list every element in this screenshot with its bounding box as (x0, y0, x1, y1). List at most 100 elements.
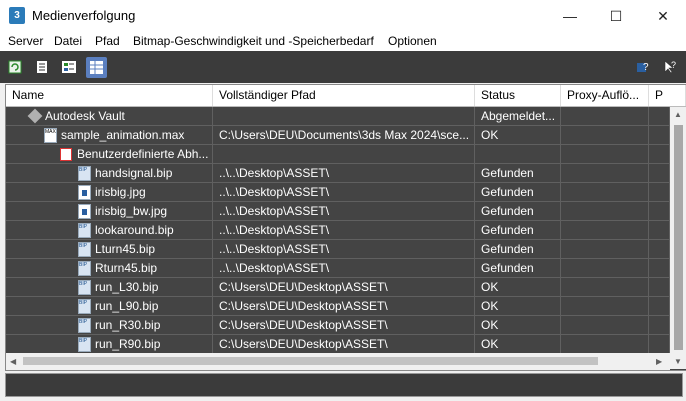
list-view-button[interactable] (33, 58, 51, 76)
horizontal-scrollbar[interactable]: ◀ ▶ (6, 353, 670, 370)
vertical-scroll-thumb[interactable] (674, 125, 683, 350)
table-row[interactable]: lookaround.bip ..\..\Desktop\ASSET\Gefund… (6, 221, 670, 240)
table-row[interactable]: irisbig.jpg ..\..\Desktop\ASSET\ Gefunden (6, 183, 670, 202)
cell-p (649, 240, 670, 259)
cell-name: irisbig_bw.jpg (6, 202, 213, 221)
table-row[interactable]: Benutzerdefinierte Abh... (6, 145, 670, 164)
menu-bitmap-speicher[interactable]: Bitmap-Geschwindigkeit und -Speicherbeda… (133, 34, 374, 48)
table-row[interactable]: run_L90.bip C:\Users\DEU\Desktop\ASSET\OK (6, 297, 670, 316)
cell-proxy (561, 278, 649, 297)
table-row[interactable]: sample_animation.max C:\Users\DEU\Documen… (6, 126, 670, 145)
refresh-button[interactable] (6, 58, 24, 76)
close-button[interactable]: ✕ (640, 0, 686, 32)
cell-proxy (561, 335, 649, 353)
table-row[interactable]: run_R30.bip C:\Users\DEU\Desktop\ASSET\OK (6, 316, 670, 335)
cell-p (649, 164, 670, 183)
cell-p (649, 297, 670, 316)
scroll-up-arrow-icon[interactable]: ▲ (674, 110, 682, 119)
vertical-scrollbar[interactable]: ▲ ▼ (670, 107, 686, 369)
cell-status: Gefunden (475, 202, 561, 221)
column-header-name[interactable]: Name (6, 85, 213, 106)
cell-path: C:\Users\DEU\Documents\3ds Max 2024\sce.… (213, 126, 475, 145)
bip-file-icon (78, 316, 91, 333)
bip-file-icon (78, 278, 91, 295)
cell-proxy (561, 259, 649, 278)
bip-file-icon (78, 240, 91, 257)
cell-name: irisbig.jpg (6, 183, 213, 202)
cell-path: C:\Users\DEU\Desktop\ASSET\ (213, 335, 475, 353)
cell-p (649, 202, 670, 221)
row-name-label: Lturn45.bip (95, 242, 156, 256)
table-row[interactable]: run_R90.bip C:\Users\DEU\Desktop\ASSET\OK (6, 335, 670, 353)
status-bar (5, 373, 683, 397)
bip-file-icon (78, 335, 91, 352)
cell-name: lookaround.bip (6, 221, 213, 240)
cell-p (649, 221, 670, 240)
cell-path: C:\Users\DEU\Desktop\ASSET\ (213, 297, 475, 316)
menu-server[interactable]: Server (8, 34, 43, 48)
cell-status: Gefunden (475, 183, 561, 202)
cell-name: run_R90.bip (6, 335, 213, 353)
bip-file-icon (78, 259, 91, 276)
row-name-label: run_R90.bip (95, 337, 161, 351)
refresh-icon (8, 60, 22, 74)
help-icon: ? (637, 62, 649, 73)
table-row[interactable]: Lturn45.bip ..\..\Desktop\ASSET\Gefunden (6, 240, 670, 259)
maximize-button[interactable]: ☐ (593, 0, 639, 32)
menu-pfad[interactable]: Pfad (95, 34, 120, 48)
cell-proxy (561, 316, 649, 335)
cell-path: ..\..\Desktop\ASSET\ (213, 202, 475, 221)
cell-p (649, 126, 670, 145)
row-name-label: run_L30.bip (95, 280, 159, 294)
column-header-p[interactable]: P (649, 85, 686, 106)
horizontal-scroll-thumb[interactable] (23, 357, 598, 365)
cell-proxy (561, 202, 649, 221)
table-row[interactable]: Rturn45.bip ..\..\Desktop\ASSET\Gefunden (6, 259, 670, 278)
table-header: Name Vollständiger Pfad Status Proxy-Auf… (6, 85, 686, 107)
cell-name: Autodesk Vault (6, 107, 213, 126)
dependency-tree-icon (60, 148, 72, 161)
table-row[interactable]: Autodesk Vault Abgemeldet... (6, 107, 670, 126)
scroll-right-arrow-icon[interactable]: ▶ (656, 357, 662, 366)
svg-text:?: ? (671, 60, 676, 70)
column-header-proxy[interactable]: Proxy-Auflö... (561, 85, 649, 106)
row-name-label: Benutzerdefinierte Abh... (77, 147, 209, 161)
table-row[interactable]: irisbig_bw.jpg ..\..\Desktop\ASSET\ Gefund… (6, 202, 670, 221)
column-header-path[interactable]: Vollständiger Pfad (213, 85, 475, 106)
cell-status: Gefunden (475, 240, 561, 259)
cell-proxy (561, 126, 649, 145)
cell-p (649, 183, 670, 202)
max-file-icon (44, 126, 57, 143)
vault-icon (27, 108, 43, 124)
help-button[interactable]: ? (634, 58, 652, 76)
cell-name: run_R30.bip (6, 316, 213, 335)
bip-file-icon (78, 297, 91, 314)
cell-path (213, 145, 475, 164)
row-name-label: lookaround.bip (95, 223, 174, 237)
cell-proxy (561, 221, 649, 240)
cell-path: ..\..\Desktop\ASSET\ (213, 183, 475, 202)
minimize-button[interactable]: — (547, 0, 593, 32)
cell-status: Abgemeldet... (475, 107, 561, 126)
table-row[interactable]: handsignal.bip ..\..\Desktop\ASSET\Gefund… (6, 164, 670, 183)
table-view-button[interactable] (86, 57, 107, 78)
scroll-left-arrow-icon[interactable]: ◀ (10, 357, 16, 366)
cell-name: handsignal.bip (6, 164, 213, 183)
cell-path: ..\..\Desktop\ASSET\ (213, 164, 475, 183)
svg-text:?: ? (643, 62, 649, 73)
cell-status (475, 145, 561, 164)
menu-optionen[interactable]: Optionen (388, 34, 437, 48)
row-name-label: Autodesk Vault (45, 109, 125, 123)
scroll-down-arrow-icon[interactable]: ▼ (674, 357, 682, 366)
table-view-icon (90, 61, 103, 74)
cell-path: C:\Users\DEU\Desktop\ASSET\ (213, 316, 475, 335)
menu-datei[interactable]: Datei (54, 34, 82, 48)
cell-name: run_L30.bip (6, 278, 213, 297)
cell-p (649, 316, 670, 335)
table-row[interactable]: run_L30.bip C:\Users\DEU\Desktop\ASSET\OK (6, 278, 670, 297)
thumbnail-view-button[interactable] (60, 58, 78, 76)
row-name-label: run_L90.bip (95, 299, 159, 313)
cell-proxy (561, 297, 649, 316)
context-help-button[interactable]: ? (661, 58, 679, 76)
column-header-status[interactable]: Status (475, 85, 561, 106)
